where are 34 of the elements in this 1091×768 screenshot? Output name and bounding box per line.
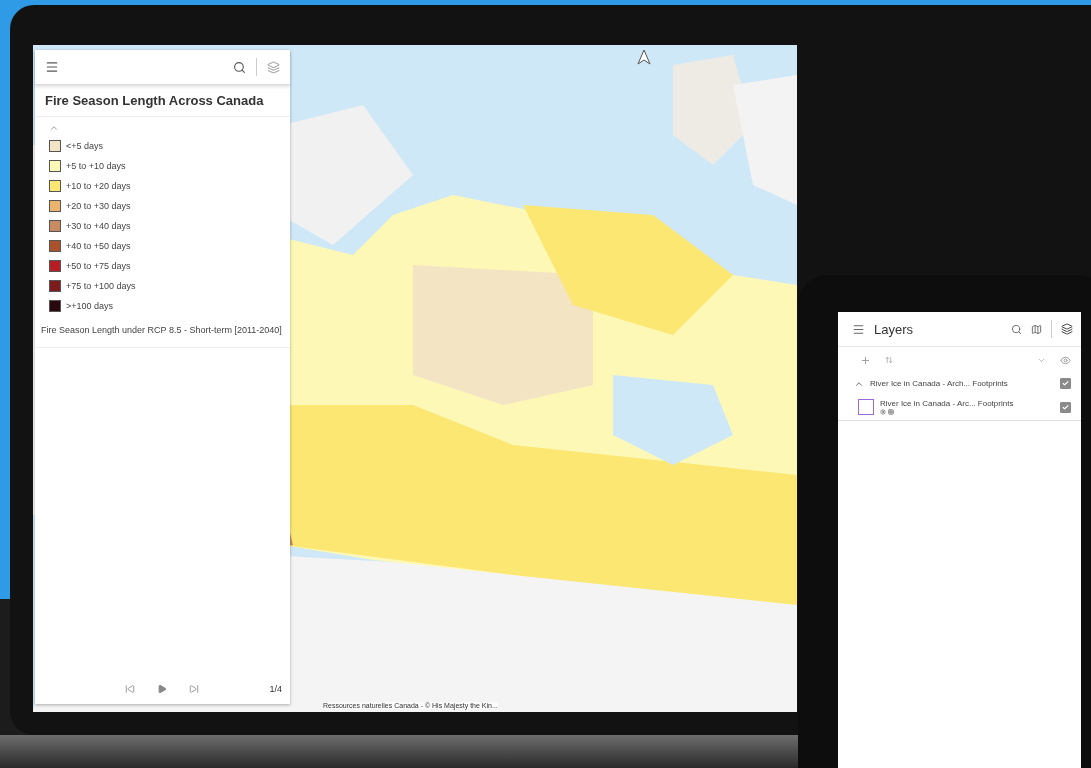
first-button[interactable] (125, 684, 135, 694)
legend-label: <+5 days (66, 141, 104, 151)
panel-title: Fire Season Length Across Canada (35, 85, 290, 117)
map-button[interactable] (1031, 323, 1042, 335)
legend-label: +10 to +20 days (66, 181, 131, 191)
layer-name[interactable]: River Ice in Canada - Arc... Footprints (880, 399, 1054, 408)
page-counter: 1/4 (269, 684, 282, 694)
north-arrow-icon (637, 49, 651, 65)
visibility-button[interactable] (1060, 354, 1071, 366)
settings-icon (880, 409, 886, 415)
legend-label: >+100 days (66, 301, 114, 311)
legend-label: +5 to +10 days (66, 161, 126, 171)
legend-label: +50 to +75 days (66, 261, 131, 271)
last-button[interactable] (189, 684, 199, 694)
play-button[interactable] (157, 684, 167, 694)
layers-button[interactable] (1061, 323, 1073, 335)
menu-button[interactable] (852, 322, 865, 336)
layer-swatch (858, 399, 874, 415)
search-button[interactable] (233, 60, 246, 74)
add-button[interactable] (860, 354, 871, 366)
search-button[interactable] (1011, 323, 1022, 335)
legend-label: +40 to +50 days (66, 241, 131, 251)
table-icon (888, 409, 894, 415)
layer-name: Fire Season Length under RCP 8.5 - Short-term [2011-2040] (35, 313, 290, 348)
sort-button[interactable] (885, 356, 893, 364)
panel-title: Layers (874, 321, 914, 337)
legend-label: +20 to +30 days (66, 201, 131, 211)
checkbox[interactable] (1060, 401, 1071, 413)
layer-group-name[interactable]: River Ice in Canada - Arch... Footprints (870, 379, 1054, 388)
menu-button[interactable] (45, 60, 59, 74)
collapse-button[interactable] (49, 123, 59, 133)
legend-label: +30 to +40 days (66, 221, 131, 231)
checkbox[interactable] (1060, 378, 1071, 389)
legend-label: +75 to +100 days (66, 281, 136, 291)
